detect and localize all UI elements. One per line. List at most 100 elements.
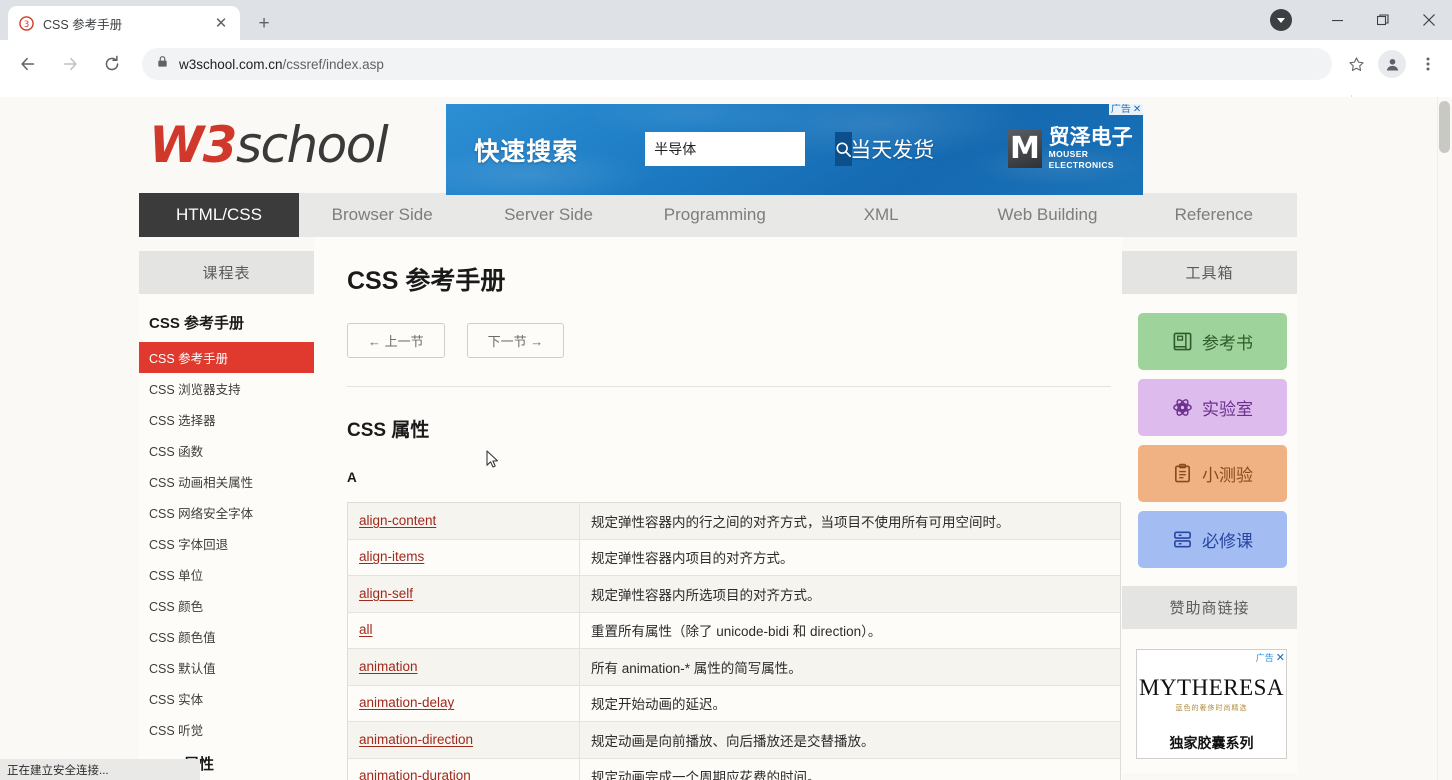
toolbox-item-required-course[interactable]: 必修课 (1138, 511, 1287, 568)
property-link[interactable]: align-self (359, 586, 413, 601)
ad-label-text: 广告 (1111, 104, 1131, 115)
sidebar-item-units[interactable]: CSS 单位 (139, 559, 314, 590)
sidebar-item-font-fallback[interactable]: CSS 字体回退 (139, 528, 314, 559)
close-tab-icon[interactable]: ✕ (212, 14, 230, 32)
nav-item-server-side[interactable]: Server Side (465, 193, 631, 237)
toolbox-item-reference-book[interactable]: 参考书 (1138, 313, 1287, 370)
tab-strip: 3 CSS 参考手册 ✕ + (0, 0, 1452, 40)
svg-text:3: 3 (23, 18, 28, 28)
close-window-button[interactable] (1406, 0, 1452, 40)
sponsor-header: 赞助商链接 (1122, 586, 1297, 629)
sidebar-item-animation-props[interactable]: CSS 动画相关属性 (139, 466, 314, 497)
page-root: W3school 广告 ✕ 快速搜索 (0, 97, 1437, 780)
sidebar-item-browser-support[interactable]: CSS 浏览器支持 (139, 373, 314, 404)
browser-toolbar: w3school.com.cn/cssref/index.asp (0, 40, 1452, 88)
sidebar-item-colors[interactable]: CSS 颜色 (139, 590, 314, 621)
site-masthead: W3school 广告 ✕ 快速搜索 (139, 97, 1297, 193)
ad-search-input[interactable] (646, 133, 835, 165)
sponsor-ad-subtitle: 蓝色的奢侈时尚精选 (1137, 703, 1286, 713)
sidebar-item-functions[interactable]: CSS 函数 (139, 435, 314, 466)
property-description: 规定动画完成一个周期应花费的时间。 (580, 758, 1121, 780)
logo-school: school (236, 116, 387, 174)
left-sidebar-body: CSS 参考手册 CSS 参考手册 CSS 浏览器支持 CSS 选择器 CSS … (139, 294, 314, 780)
previous-section-button[interactable]: ← 上一节 (347, 323, 445, 358)
property-description: 重置所有属性（除了 unicode-bidi 和 direction）。 (580, 612, 1121, 649)
top-ad-banner[interactable]: 广告 ✕ 快速搜索 (446, 104, 1143, 195)
toolbox-body: 参考书 (1122, 294, 1297, 586)
sidebar-item-entities[interactable]: CSS 实体 (139, 683, 314, 714)
nav-item-web-building[interactable]: Web Building (964, 193, 1130, 237)
address-bar[interactable]: w3school.com.cn/cssref/index.asp (142, 48, 1332, 80)
logo-w3: W3 (149, 116, 236, 174)
table-row: animation-delay 规定开始动画的延迟。 (348, 685, 1121, 722)
ad-search-box[interactable] (645, 132, 805, 166)
site-logo[interactable]: W3school (139, 97, 387, 174)
nav-item-reference[interactable]: Reference (1131, 193, 1297, 237)
next-section-button[interactable]: 下一节 → (467, 323, 565, 358)
toolbox-header: 工具箱 (1122, 251, 1297, 294)
property-description: 所有 animation-* 属性的简写属性。 (580, 649, 1121, 686)
table-row: align-content 规定弹性容器内的行之间的对齐方式，当项目不使用所有可… (348, 503, 1121, 540)
sponsor-ad-label[interactable]: 广告 ✕ (1256, 651, 1285, 664)
table-row: animation-direction 规定动画是向前播放、向后播放还是交替播放… (348, 722, 1121, 759)
toolbox-item-lab[interactable]: 实验室 (1138, 379, 1287, 436)
sidebar-group-title-reference: CSS 参考手册 (139, 304, 314, 342)
bookmark-star-icon[interactable] (1340, 48, 1372, 80)
page-scrollbar[interactable] (1437, 97, 1452, 780)
sidebar-item-default-values[interactable]: CSS 默认值 (139, 652, 314, 683)
property-link[interactable]: animation-delay (359, 695, 454, 710)
nav-item-html-css[interactable]: HTML/CSS (139, 193, 299, 237)
sidebar-item-css-reference[interactable]: CSS 参考手册 (139, 342, 314, 373)
minimize-window-button[interactable] (1314, 0, 1360, 40)
property-link[interactable]: animation (359, 659, 418, 674)
property-description: 规定动画是向前播放、向后播放还是交替播放。 (580, 722, 1121, 759)
profile-avatar[interactable] (1378, 50, 1406, 78)
atom-icon (1172, 397, 1193, 418)
maximize-window-button[interactable] (1360, 0, 1406, 40)
clipboard-icon (1172, 463, 1193, 484)
section-title: CSS 属性 (347, 415, 1122, 442)
left-sidebar: 课程表 CSS 参考手册 CSS 参考手册 CSS 浏览器支持 CSS 选择器 … (139, 237, 314, 780)
status-bar: 正在建立安全连接... (0, 759, 200, 780)
nav-item-xml[interactable]: XML (798, 193, 964, 237)
extension-chip-icon[interactable] (1270, 9, 1292, 31)
property-description: 规定弹性容器内项目的对齐方式。 (580, 539, 1121, 576)
address-bar-text: w3school.com.cn/cssref/index.asp (179, 57, 384, 72)
ad-label[interactable]: 广告 ✕ (1109, 104, 1143, 115)
sidebar-item-aural[interactable]: CSS 听觉 (139, 714, 314, 745)
nav-item-browser-side[interactable]: Browser Side (299, 193, 465, 237)
browser-menu-icon[interactable] (1412, 48, 1444, 80)
url-path: /cssref/index.asp (283, 57, 384, 72)
new-tab-button[interactable]: + (250, 9, 278, 37)
mouse-cursor (486, 450, 499, 474)
table-row: animation 所有 animation-* 属性的简写属性。 (348, 649, 1121, 686)
sidebar-item-selectors[interactable]: CSS 选择器 (139, 404, 314, 435)
scrollbar-thumb[interactable] (1439, 101, 1450, 153)
sponsor-ad[interactable]: 广告 ✕ MYTHERESA 蓝色的奢侈时尚精选 独家胶囊系列 (1136, 649, 1287, 759)
browser-tab[interactable]: 3 CSS 参考手册 ✕ (8, 6, 240, 40)
sponsor-ad-close-icon[interactable]: ✕ (1276, 651, 1285, 664)
right-sidebar: 工具箱 参考书 (1122, 237, 1297, 780)
toolbox-item-quiz[interactable]: 小测验 (1138, 445, 1287, 502)
left-sidebar-header: 课程表 (139, 251, 314, 294)
ad-close-icon[interactable]: ✕ (1133, 104, 1141, 115)
property-link[interactable]: animation-direction (359, 732, 473, 747)
toolbox-item-label: 必修课 (1202, 527, 1253, 552)
nav-item-programming[interactable]: Programming (632, 193, 798, 237)
toolbox-item-label: 参考书 (1202, 329, 1253, 354)
sidebar-item-web-safe-fonts[interactable]: CSS 网络安全字体 (139, 497, 314, 528)
forward-button[interactable] (54, 48, 86, 80)
sponsor-ad-brand: MYTHERESA (1137, 675, 1286, 701)
ad-brand: M 贸泽电子 MOUSER ELECTRONICS (1008, 127, 1143, 171)
property-link[interactable]: align-content (359, 513, 436, 528)
property-description: 规定弹性容器内的行之间的对齐方式，当项目不使用所有可用空间时。 (580, 503, 1121, 540)
property-link[interactable]: align-items (359, 549, 424, 564)
ad-brand-cn: 贸泽电子 (1049, 127, 1144, 149)
property-link[interactable]: animation-duration (359, 768, 471, 780)
property-description: 规定开始动画的延迟。 (580, 685, 1121, 722)
back-button[interactable] (12, 48, 44, 80)
table-row: align-items 规定弹性容器内项目的对齐方式。 (348, 539, 1121, 576)
property-link[interactable]: all (359, 622, 373, 637)
sidebar-item-color-values[interactable]: CSS 颜色值 (139, 621, 314, 652)
reload-button[interactable] (96, 48, 128, 80)
